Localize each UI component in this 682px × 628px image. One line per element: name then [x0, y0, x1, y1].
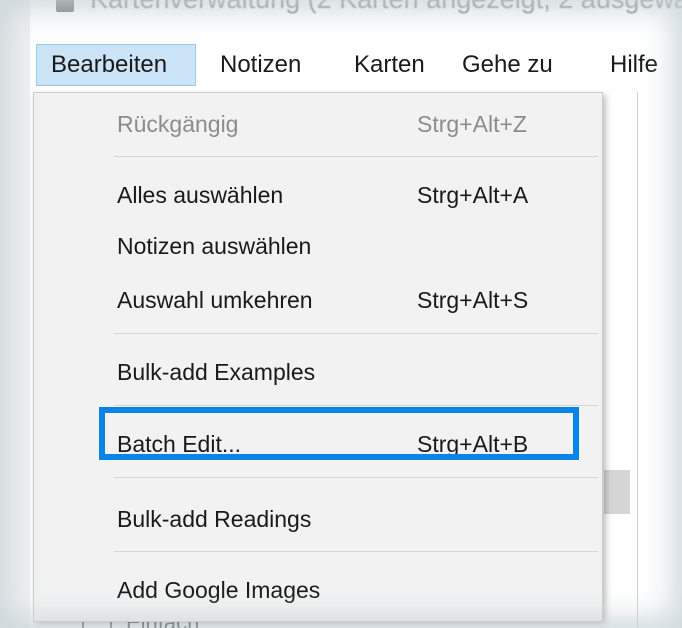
menu-item-bulk-add-examples[interactable]: Bulk-add Examples — [34, 351, 602, 393]
menu-separator — [114, 333, 598, 334]
menu-item-select-notes[interactable]: Notizen auswählen — [34, 225, 602, 267]
window-title: Kartenverwaltung (2 Karten angezeigt, 2 … — [90, 0, 682, 15]
app-icon — [56, 0, 74, 12]
menu-item-bulk-add-readings[interactable]: Bulk-add Readings — [34, 498, 602, 540]
menu-item-shortcut: Strg+Alt+A — [417, 182, 529, 208]
menu-separator — [114, 551, 598, 552]
menu-item-undo[interactable]: Rückgängig Strg+Alt+Z — [34, 103, 602, 145]
annotation-highlight-box — [99, 407, 579, 460]
menu-item-label: Add Google Images — [117, 577, 321, 603]
menu-separator — [114, 405, 598, 406]
screenshot-frame: Kartenverwaltung (2 Karten angezeigt, 2 … — [0, 0, 682, 628]
menu-hilfe[interactable]: Hilfe — [610, 44, 658, 86]
menu-item-label: Alles auswählen — [117, 182, 284, 208]
menu-karten[interactable]: Karten — [354, 44, 425, 86]
menu-item-select-all[interactable]: Alles auswählen Strg+Alt+A — [34, 174, 602, 216]
title-bar: Kartenverwaltung (2 Karten angezeigt, 2 … — [30, 0, 682, 38]
menu-item-label: Rückgängig — [117, 111, 239, 137]
menu-item-label: Bulk-add Examples — [117, 359, 316, 385]
menu-gehe-zu[interactable]: Gehe zu — [462, 44, 553, 86]
pane-divider — [637, 92, 638, 628]
menu-bar: Bearbeiten Notizen Karten Gehe zu Hilfe — [30, 38, 682, 93]
menu-notizen[interactable]: Notizen — [220, 44, 301, 86]
menu-bearbeiten[interactable]: Bearbeiten — [36, 44, 196, 86]
menu-separator — [114, 156, 598, 157]
menu-separator — [114, 477, 598, 478]
menu-item-label: Auswahl umkehren — [117, 287, 313, 313]
menu-item-invert-selection[interactable]: Auswahl umkehren Strg+Alt+S — [34, 279, 602, 321]
menu-item-shortcut: Strg+Alt+S — [417, 287, 529, 313]
scrollbar-thumb[interactable] — [604, 470, 630, 514]
menu-item-shortcut: Strg+Alt+Z — [417, 111, 527, 137]
menu-item-add-google-images[interactable]: Add Google Images — [34, 569, 602, 611]
menu-item-label: Bulk-add Readings — [117, 506, 312, 532]
menu-item-label: Notizen auswählen — [117, 233, 312, 259]
bearbeiten-dropdown-menu: Rückgängig Strg+Alt+Z Alles auswählen St… — [33, 92, 603, 622]
